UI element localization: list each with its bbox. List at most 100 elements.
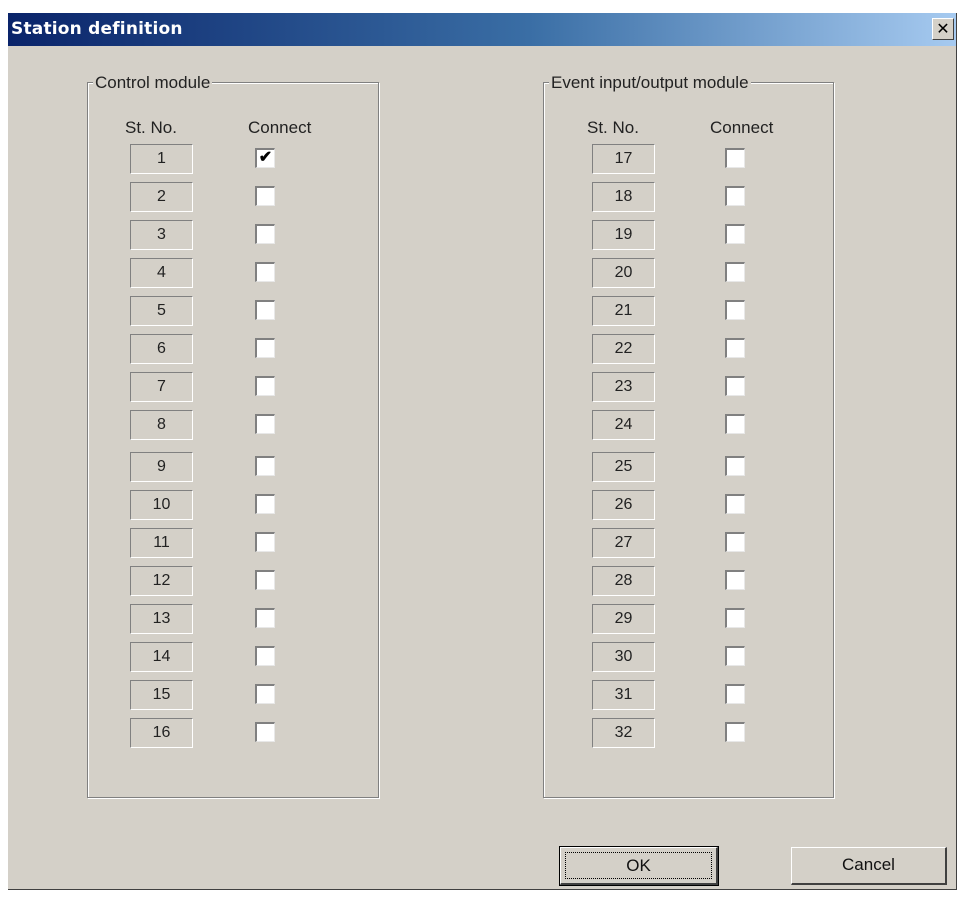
station-row: 7 <box>88 372 378 402</box>
station-row: 14 <box>88 642 378 672</box>
event-stno-header: St. No. <box>587 118 639 137</box>
station-number: 14 <box>130 642 193 672</box>
station-row: 26 <box>544 490 833 520</box>
station-number: 7 <box>130 372 193 402</box>
connect-checkbox[interactable] <box>255 684 275 704</box>
station-row: 8 <box>88 410 378 440</box>
station-row: 9 <box>88 452 378 482</box>
station-row: 22 <box>544 334 833 364</box>
checkmark-icon: ✔ <box>258 149 273 166</box>
connect-checkbox[interactable] <box>255 262 275 282</box>
control-module-group: Control module St. No. Connect 1 ✔ 2 3 4 5 6 7 8… <box>87 73 379 798</box>
connect-checkbox[interactable] <box>255 456 275 476</box>
connect-checkbox[interactable] <box>255 608 275 628</box>
title-bar[interactable]: Station definition ✕ <box>8 13 956 46</box>
control-module-legend: Control module <box>93 73 213 93</box>
connect-checkbox[interactable] <box>725 570 745 590</box>
station-row: 5 <box>88 296 378 326</box>
connect-checkbox[interactable] <box>725 646 745 666</box>
connect-checkbox[interactable] <box>255 300 275 320</box>
ok-button-label: OK <box>565 852 712 879</box>
station-row: 12 <box>88 566 378 596</box>
connect-checkbox[interactable] <box>725 338 745 358</box>
connect-checkbox[interactable] <box>255 532 275 552</box>
connect-checkbox[interactable] <box>255 570 275 590</box>
station-row: 27 <box>544 528 833 558</box>
control-connect-header: Connect <box>248 118 312 137</box>
connect-checkbox[interactable] <box>725 684 745 704</box>
close-button[interactable]: ✕ <box>932 18 954 40</box>
station-row: 24 <box>544 410 833 440</box>
station-number: 19 <box>592 220 655 250</box>
station-number: 30 <box>592 642 655 672</box>
station-row: 21 <box>544 296 833 326</box>
station-row: 6 <box>88 334 378 364</box>
station-number: 31 <box>592 680 655 710</box>
station-number: 28 <box>592 566 655 596</box>
connect-checkbox[interactable] <box>725 722 745 742</box>
connect-checkbox[interactable] <box>255 494 275 514</box>
connect-checkbox[interactable] <box>255 414 275 434</box>
station-number: 20 <box>592 258 655 288</box>
station-row: 32 <box>544 718 833 748</box>
connect-checkbox[interactable] <box>725 608 745 628</box>
connect-checkbox[interactable] <box>255 376 275 396</box>
station-row: 1 ✔ <box>88 144 378 174</box>
connect-checkbox[interactable] <box>725 224 745 244</box>
station-row: 10 <box>88 490 378 520</box>
station-number: 23 <box>592 372 655 402</box>
station-number: 13 <box>130 604 193 634</box>
connect-checkbox[interactable] <box>255 186 275 206</box>
connect-checkbox[interactable] <box>725 414 745 434</box>
station-row: 28 <box>544 566 833 596</box>
station-number: 32 <box>592 718 655 748</box>
station-number: 22 <box>592 334 655 364</box>
event-connect-header: Connect <box>710 118 774 137</box>
station-row: 11 <box>88 528 378 558</box>
station-number: 17 <box>592 144 655 174</box>
connect-checkbox[interactable] <box>725 186 745 206</box>
station-number: 10 <box>130 490 193 520</box>
station-row: 20 <box>544 258 833 288</box>
event-module-legend: Event input/output module <box>549 73 751 93</box>
connect-checkbox[interactable] <box>725 376 745 396</box>
station-number: 15 <box>130 680 193 710</box>
event-module-group: Event input/output module St. No. Connec… <box>543 73 834 798</box>
station-number: 5 <box>130 296 193 326</box>
station-number: 25 <box>592 452 655 482</box>
window-title: Station definition <box>11 19 183 39</box>
station-number: 26 <box>592 490 655 520</box>
station-number: 4 <box>130 258 193 288</box>
connect-checkbox[interactable] <box>255 338 275 358</box>
connect-checkbox[interactable]: ✔ <box>255 148 275 168</box>
station-row: 25 <box>544 452 833 482</box>
station-number: 21 <box>592 296 655 326</box>
station-number: 16 <box>130 718 193 748</box>
control-stno-header: St. No. <box>125 118 177 137</box>
station-row: 17 <box>544 144 833 174</box>
station-row: 4 <box>88 258 378 288</box>
station-number: 1 <box>130 144 193 174</box>
connect-checkbox[interactable] <box>255 224 275 244</box>
station-row: 31 <box>544 680 833 710</box>
station-number: 2 <box>130 182 193 212</box>
station-row: 23 <box>544 372 833 402</box>
connect-checkbox[interactable] <box>725 456 745 476</box>
station-number: 29 <box>592 604 655 634</box>
station-number: 11 <box>130 528 193 558</box>
station-row: 29 <box>544 604 833 634</box>
station-number: 9 <box>130 452 193 482</box>
close-icon: ✕ <box>936 19 950 38</box>
connect-checkbox[interactable] <box>725 262 745 282</box>
connect-checkbox[interactable] <box>725 300 745 320</box>
station-number: 12 <box>130 566 193 596</box>
connect-checkbox[interactable] <box>725 148 745 168</box>
connect-checkbox[interactable] <box>255 646 275 666</box>
station-number: 8 <box>130 410 193 440</box>
connect-checkbox[interactable] <box>725 532 745 552</box>
ok-button[interactable]: OK <box>559 846 719 886</box>
cancel-button[interactable]: Cancel <box>791 847 947 885</box>
connect-checkbox[interactable] <box>725 494 745 514</box>
station-row: 18 <box>544 182 833 212</box>
connect-checkbox[interactable] <box>255 722 275 742</box>
